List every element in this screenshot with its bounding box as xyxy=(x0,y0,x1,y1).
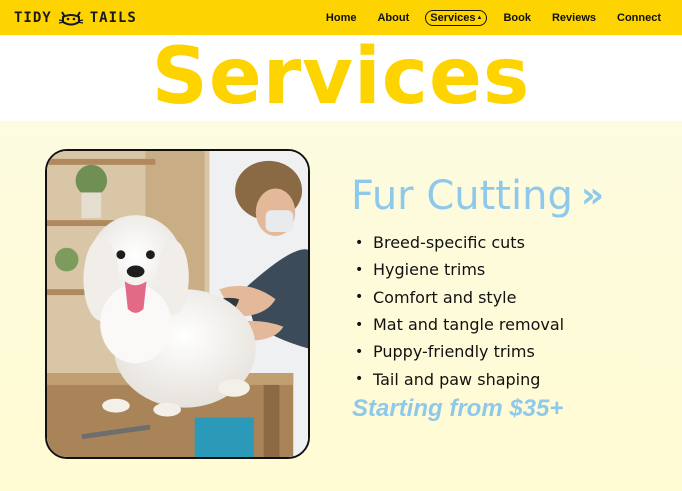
nav-about[interactable]: About xyxy=(372,10,414,26)
bullet-icon: • xyxy=(355,261,364,278)
cat-face-icon xyxy=(58,11,83,26)
list-item: • Comfort and style xyxy=(355,284,564,311)
list-item: • Tail and paw shaping xyxy=(355,365,564,392)
brand-logo[interactable]: TIDY TAILS xyxy=(14,7,137,29)
bullet-icon: • xyxy=(355,289,364,306)
list-item: • Puppy-friendly trims xyxy=(355,338,564,365)
nav-book[interactable]: Book xyxy=(498,10,536,26)
site-header: TIDY TAILS Home About Services ▲ Book Re… xyxy=(0,0,682,35)
feature-text: Tail and paw shaping xyxy=(373,369,541,389)
brand-name-left: TIDY xyxy=(14,10,52,26)
nav-home[interactable]: Home xyxy=(321,10,362,26)
caret-up-icon: ▲ xyxy=(476,14,483,21)
nav-reviews[interactable]: Reviews xyxy=(547,10,601,26)
feature-text: Puppy-friendly trims xyxy=(373,342,535,362)
nav-services-label: Services xyxy=(430,11,476,24)
feature-text: Hygiene trims xyxy=(373,260,486,280)
main-nav: Home About Services ▲ Book Reviews Conne… xyxy=(310,0,666,35)
price-text: Starting from $35+ xyxy=(352,395,564,422)
bullet-icon: • xyxy=(355,343,364,360)
list-item: • Breed-specific cuts xyxy=(355,229,564,256)
double-chevron-right-icon[interactable]: » xyxy=(581,178,604,214)
list-item: • Mat and tangle removal xyxy=(355,311,564,338)
nav-connect[interactable]: Connect xyxy=(612,10,666,26)
service-section: Fur Cutting » • Breed-specific cuts • Hygi… xyxy=(0,121,682,491)
brand-name-right: TAILS xyxy=(89,10,137,26)
list-item: • Hygiene trims xyxy=(355,256,564,283)
feature-text: Breed-specific cuts xyxy=(373,233,525,253)
service-title-text: Fur Cutting xyxy=(351,173,573,219)
feature-list: • Breed-specific cuts • Hygiene trims • Com… xyxy=(355,229,564,393)
page-title: Services xyxy=(151,32,531,122)
dog-grooming-image xyxy=(47,151,308,457)
grooming-photo xyxy=(45,149,310,459)
service-title[interactable]: Fur Cutting » xyxy=(351,176,604,216)
bullet-icon: • xyxy=(355,371,364,388)
bullet-icon: • xyxy=(355,234,364,251)
feature-text: Mat and tangle removal xyxy=(373,315,565,335)
nav-services[interactable]: Services ▲ xyxy=(425,9,488,26)
feature-text: Comfort and style xyxy=(373,287,517,307)
bullet-icon: • xyxy=(355,316,364,333)
title-band: Services xyxy=(0,35,682,121)
